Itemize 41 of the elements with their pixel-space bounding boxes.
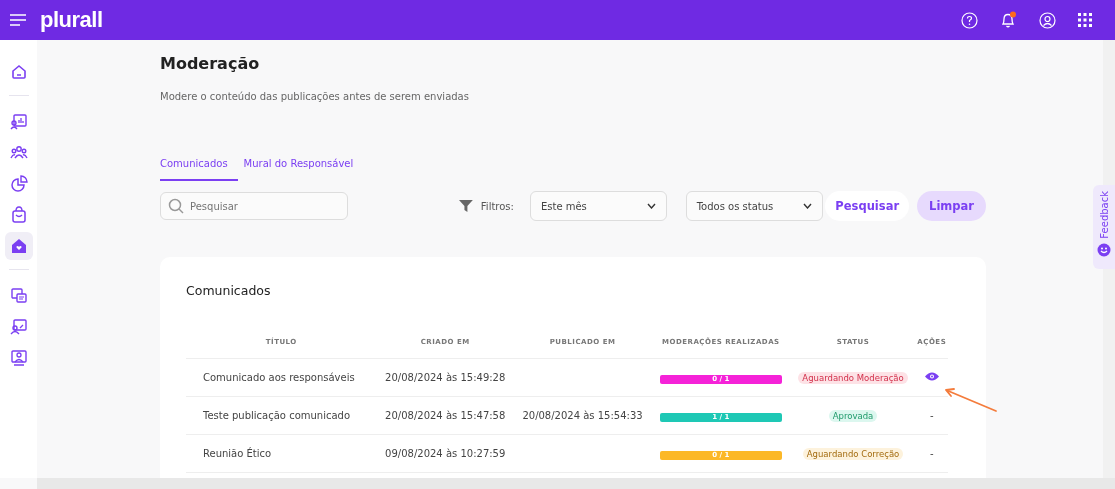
sidebar-item[interactable] xyxy=(4,232,33,260)
card-title: Comunicados xyxy=(186,283,272,298)
table-cell: 20/08/2024 às 15:49:28 xyxy=(385,372,506,383)
smiley-icon xyxy=(1097,242,1111,257)
logo: plurall xyxy=(40,7,103,33)
status-tag: Aprovada xyxy=(828,409,878,422)
status-tag: Aguardando Correção xyxy=(802,447,904,460)
status-dropdown[interactable]: Todos os status xyxy=(685,191,824,221)
table-cell: Teste publicação comunicado xyxy=(203,410,351,421)
table-cell: - xyxy=(930,410,934,421)
table-cell: 20/08/2024 às 15:54:33 xyxy=(522,410,643,421)
search-field[interactable]: Pesquisar xyxy=(160,192,348,220)
filters-label: Filtros: xyxy=(480,200,514,212)
clear-button[interactable]: Limpar xyxy=(917,191,986,221)
status-tag: Aguardando Moderação xyxy=(798,371,908,384)
table-cell: 09/08/2024 às 10:27:59 xyxy=(385,448,506,459)
presenter-icon xyxy=(8,317,29,337)
pie-chart-icon xyxy=(8,174,29,194)
profile-icon[interactable] xyxy=(1039,11,1056,29)
chevron-down-icon xyxy=(646,203,656,209)
table-cell: Comunicado aos responsáveis xyxy=(203,372,355,383)
table-cell: - xyxy=(930,448,934,459)
tab[interactable]: Comunicados xyxy=(160,158,238,181)
chevron-down-icon xyxy=(803,203,813,209)
filter-icon xyxy=(459,200,473,212)
table-cell: 20/08/2024 às 15:47:58 xyxy=(385,410,506,421)
search-button[interactable]: Pesquisar xyxy=(825,191,910,221)
page-subtitle: Modere o conteúdo das publicações antes de serem enviadas xyxy=(160,91,470,102)
monitor-person-icon xyxy=(8,348,29,368)
feedback-tab[interactable]: Feedback xyxy=(1093,185,1115,269)
chat-windows-icon xyxy=(8,286,29,306)
menu-icon[interactable] xyxy=(10,14,26,26)
bell-icon[interactable] xyxy=(1000,11,1017,29)
apps-grid-icon[interactable] xyxy=(1078,12,1093,28)
view-icon[interactable] xyxy=(924,372,939,381)
help-icon[interactable] xyxy=(961,11,978,29)
page-title: Moderação xyxy=(160,54,261,73)
table-cell: Reunião Ético xyxy=(203,448,272,459)
tab[interactable]: Mural do Responsável xyxy=(243,158,354,181)
presentation-icon xyxy=(8,112,29,132)
period-dropdown[interactable]: Este mês xyxy=(529,191,667,221)
